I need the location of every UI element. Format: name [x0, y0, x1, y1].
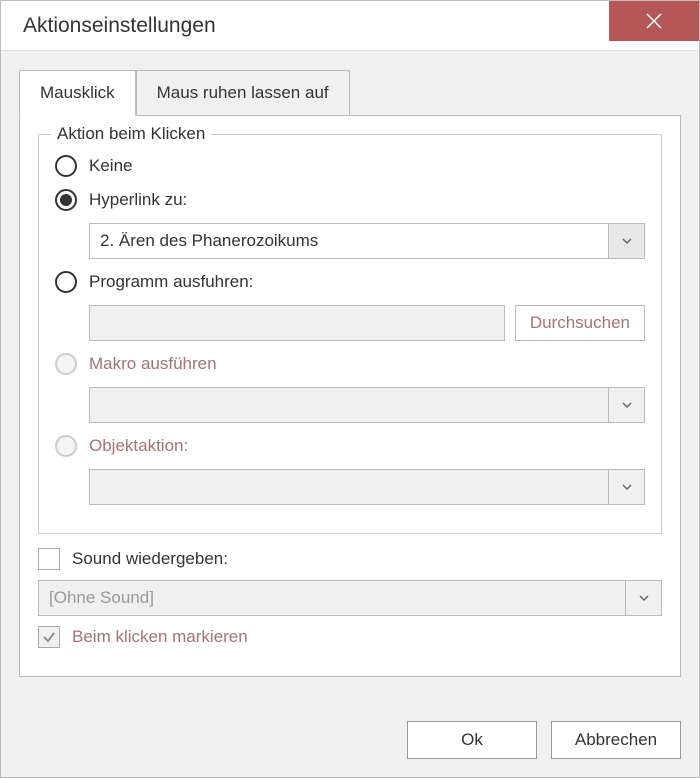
tab-panel: Aktion beim Klicken Keine Hyperlink zu: …	[19, 115, 681, 677]
dialog-window: Aktionseinstellungen Mausklick Maus ruhe…	[0, 0, 700, 778]
radio-object-action-label: Objektaktion:	[89, 436, 188, 456]
close-button[interactable]	[609, 1, 699, 41]
radio-row-none: Keine	[55, 155, 645, 177]
browse-button[interactable]: Durchsuchen	[515, 305, 645, 341]
chevron-down-icon	[621, 481, 633, 493]
radio-row-object-action: Objektaktion:	[55, 435, 645, 457]
hyperlink-combo-value: 2. Ären des Phanerozoikums	[90, 224, 608, 258]
check-highlight	[38, 626, 60, 648]
object-action-combo	[89, 469, 645, 505]
check-play-sound[interactable]	[38, 548, 60, 570]
radio-none[interactable]	[55, 155, 77, 177]
titlebar: Aktionseinstellungen	[1, 1, 699, 51]
sound-combo-wrapper: [Ohne Sound]	[38, 580, 662, 616]
radio-row-run-program: Programm ausfuhren:	[55, 271, 645, 293]
radio-row-hyperlink: Hyperlink zu:	[55, 189, 645, 211]
sound-combo-value: [Ohne Sound]	[39, 581, 625, 615]
chevron-down-icon	[621, 399, 633, 411]
check-row-highlight: Beim klicken markieren	[38, 626, 662, 648]
object-action-combo-arrow	[608, 470, 644, 504]
radio-none-label: Keine	[89, 156, 132, 176]
tab-mouseclick[interactable]: Mausklick	[19, 70, 136, 116]
run-macro-combo-arrow	[608, 388, 644, 422]
run-macro-combo	[89, 387, 645, 423]
chevron-down-icon	[638, 592, 650, 604]
sound-combo: [Ohne Sound]	[38, 580, 662, 616]
checkmark-icon	[42, 630, 56, 644]
radio-row-run-macro: Makro ausführen	[55, 353, 645, 375]
radio-run-macro-label: Makro ausführen	[89, 354, 217, 374]
sound-combo-arrow	[625, 581, 661, 615]
check-play-sound-label: Sound wiedergeben:	[72, 549, 228, 569]
close-icon	[645, 12, 663, 30]
ok-button[interactable]: Ok	[407, 721, 537, 759]
run-program-row: Durchsuchen	[89, 305, 645, 341]
run-macro-combo-value	[90, 388, 608, 422]
tab-bar: Mausklick Maus ruhen lassen auf	[19, 69, 681, 115]
dialog-content: Mausklick Maus ruhen lassen auf Aktion b…	[1, 51, 699, 707]
groupbox-action-on-click: Aktion beim Klicken Keine Hyperlink zu: …	[38, 134, 662, 534]
cancel-button[interactable]: Abbrechen	[551, 721, 681, 759]
radio-run-program-label: Programm ausfuhren:	[89, 272, 253, 292]
radio-hyperlink[interactable]	[55, 189, 77, 211]
tab-mousehover[interactable]: Maus ruhen lassen auf	[136, 70, 350, 116]
dialog-footer: Ok Abbrechen	[1, 707, 699, 777]
window-title: Aktionseinstellungen	[23, 14, 216, 38]
radio-run-program[interactable]	[55, 271, 77, 293]
object-action-combo-wrapper	[89, 469, 645, 505]
radio-object-action	[55, 435, 77, 457]
hyperlink-combo-wrapper: 2. Ären des Phanerozoikums	[89, 223, 645, 259]
chevron-down-icon	[621, 235, 633, 247]
check-row-play-sound: Sound wiedergeben:	[38, 548, 662, 570]
radio-hyperlink-label: Hyperlink zu:	[89, 190, 187, 210]
hyperlink-combo-arrow[interactable]	[608, 224, 644, 258]
radio-run-macro	[55, 353, 77, 375]
hyperlink-combo[interactable]: 2. Ären des Phanerozoikums	[89, 223, 645, 259]
check-highlight-label: Beim klicken markieren	[72, 627, 248, 647]
run-program-input[interactable]	[89, 305, 505, 341]
object-action-combo-value	[90, 470, 608, 504]
tab-container: Mausklick Maus ruhen lassen auf Aktion b…	[19, 69, 681, 689]
groupbox-legend: Aktion beim Klicken	[51, 124, 211, 144]
run-macro-combo-wrapper	[89, 387, 645, 423]
